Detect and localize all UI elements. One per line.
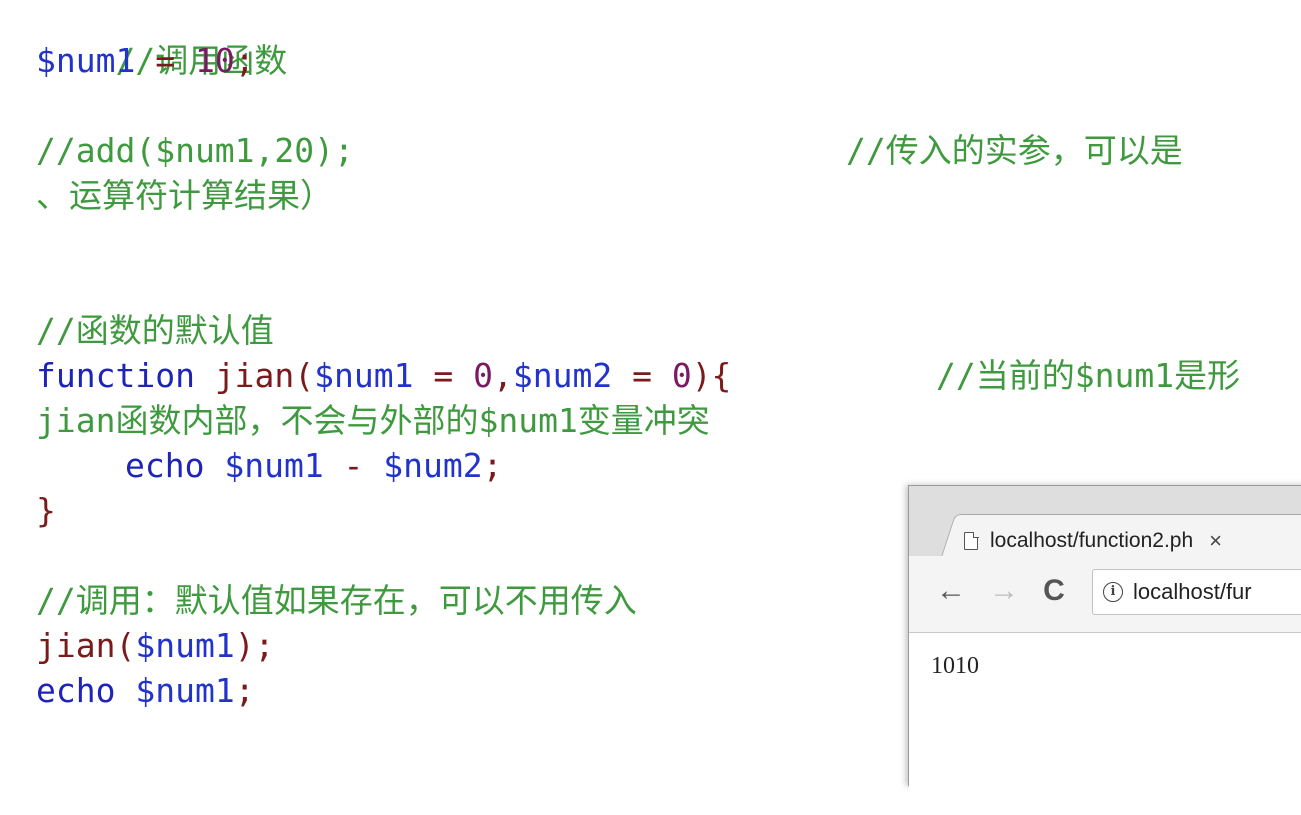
- code-comment: jian函数内部，不会与外部的$num1变量冲突: [36, 401, 710, 440]
- code-variable: $num2: [383, 446, 483, 485]
- page-icon: [964, 531, 979, 550]
- code-variable: $num1: [135, 626, 235, 665]
- code-brace: }: [36, 491, 56, 530]
- code-line-1: //调用函数: [36, 0, 287, 80]
- code-comment: //add($num1,20);: [36, 131, 354, 170]
- code-line-6: function jian($num1 = 0,$num2 = 0){: [36, 353, 731, 398]
- code-line-7: jian函数内部，不会与外部的$num1变量冲突: [36, 398, 710, 443]
- code-line-9: }: [36, 488, 56, 533]
- code-comma: ,: [492, 356, 513, 395]
- code-semicolon: ;: [482, 446, 503, 485]
- code-variable: $num1: [135, 671, 235, 710]
- code-operator: =: [135, 41, 195, 80]
- code-keyword: echo: [36, 671, 136, 710]
- url-text: localhost/fur: [1133, 579, 1252, 604]
- code-variable: $num2: [512, 356, 613, 395]
- code-semicolon: ;: [234, 671, 255, 710]
- code-number: 10: [194, 41, 235, 80]
- code-comment: //函数的默认值: [36, 311, 274, 350]
- code-number: 0: [473, 356, 493, 395]
- browser-window: localhost/function2.ph × ← → C i localho…: [908, 485, 1301, 793]
- code-line-8: echo $num1 - $num2;: [125, 443, 503, 488]
- browser-toolbar: ← → C i localhost/fur: [909, 556, 1301, 633]
- code-variable: $num1: [224, 446, 324, 485]
- code-brace: ){: [691, 356, 732, 395]
- tab-title: localhost/function2.ph: [990, 529, 1194, 552]
- code-comment: //当前的$num1是形: [936, 356, 1241, 395]
- code-function-name: jian(: [36, 626, 136, 665]
- code-line-10: //调用：默认值如果存在，可以不用传入: [36, 578, 637, 623]
- code-line-12: echo $num1;: [36, 668, 255, 713]
- code-semicolon: ;: [234, 41, 255, 80]
- code-comment: //传入的实参，可以是: [846, 131, 1183, 170]
- code-line-3-right-comment: //传入的实参，可以是: [846, 128, 1183, 173]
- code-operator: =: [413, 356, 474, 395]
- code-line-4: 、运算符计算结果）: [36, 173, 333, 218]
- code-brace: );: [234, 626, 275, 665]
- code-variable: $num1: [36, 41, 136, 80]
- code-comment: //调用：默认值如果存在，可以不用传入: [36, 581, 637, 620]
- code-operator: -: [323, 446, 384, 485]
- back-arrow-icon[interactable]: ←: [934, 574, 968, 608]
- browser-tab-content[interactable]: localhost/function2.ph ×: [964, 526, 1222, 556]
- code-keyword: echo: [125, 446, 225, 485]
- forward-arrow-icon[interactable]: →: [987, 574, 1021, 608]
- code-line-11: jian($num1);: [36, 623, 274, 668]
- code-function-name: jian(: [214, 356, 315, 395]
- code-line-3: //add($num1,20);: [36, 128, 354, 173]
- page-output: 1010: [931, 653, 979, 679]
- close-icon[interactable]: ×: [1209, 528, 1222, 554]
- info-icon[interactable]: i: [1103, 582, 1123, 602]
- address-bar[interactable]: i localhost/fur: [1092, 569, 1301, 615]
- code-comment: 、运算符计算结果）: [36, 176, 333, 215]
- code-number: 0: [671, 356, 692, 395]
- code-line-2: $num1 = 10;: [36, 38, 255, 83]
- code-keyword: function: [36, 356, 215, 395]
- code-variable: $num1: [314, 356, 414, 395]
- code-operator: =: [612, 356, 672, 395]
- reload-icon[interactable]: C: [1037, 574, 1071, 608]
- code-line-6-right-comment: //当前的$num1是形: [936, 353, 1240, 398]
- page-viewport: 1010: [909, 633, 1301, 793]
- code-line-5: //函数的默认值: [36, 308, 274, 353]
